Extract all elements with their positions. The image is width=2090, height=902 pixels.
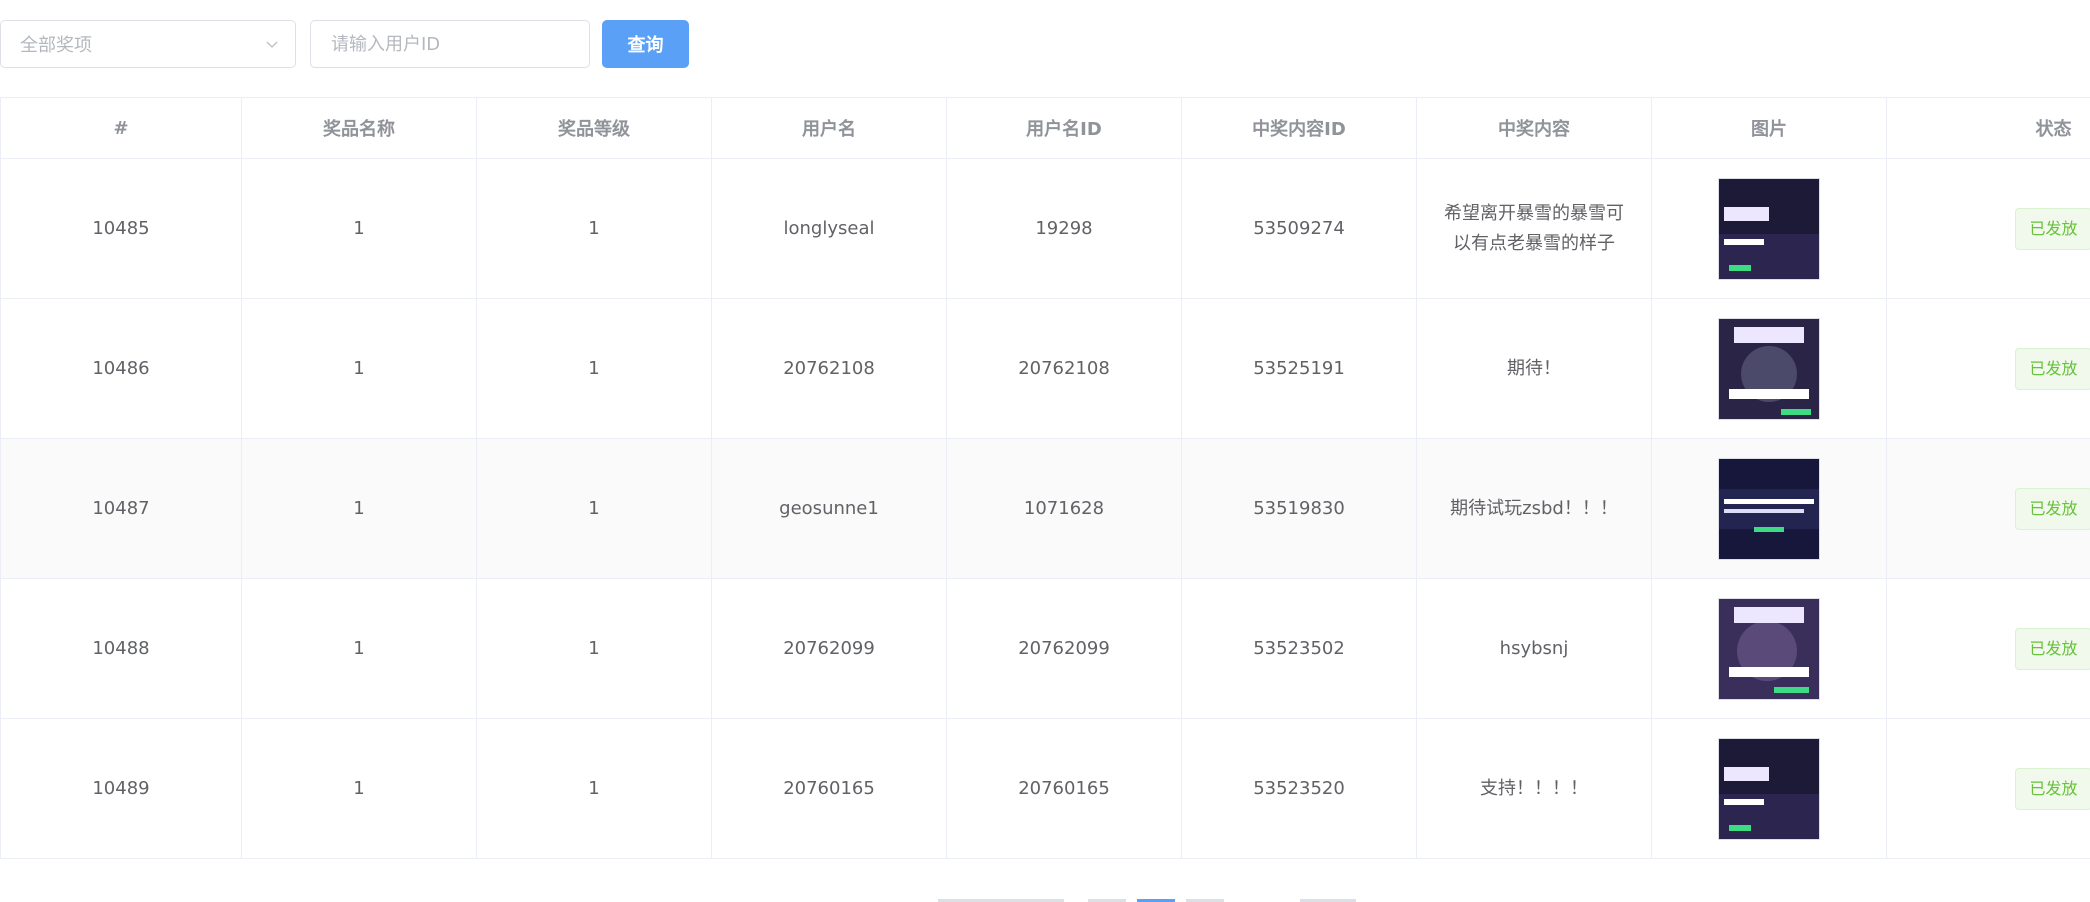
cell-content: 期待试玩zsbd！！！ bbox=[1416, 438, 1652, 579]
cell-content: 希望离开暴雪的暴雪可以有点老暴雪的样子 bbox=[1416, 158, 1652, 299]
cell-prize-name: 1 bbox=[241, 578, 477, 719]
prize-thumbnail[interactable] bbox=[1718, 737, 1820, 840]
prize-thumbnail[interactable] bbox=[1718, 177, 1820, 280]
prize-select-value: 全部奖项 bbox=[20, 35, 92, 56]
cell-content: 期待！ bbox=[1416, 298, 1652, 439]
status-badge: 已发放 bbox=[2015, 347, 2090, 390]
cell-prize-name: 1 bbox=[241, 298, 477, 439]
cell-username: 20760165 bbox=[711, 718, 947, 858]
cell-user-id: 20762108 bbox=[946, 298, 1182, 439]
table-row: 10486 1 1 20762108 20762108 53525191 期待！ bbox=[0, 298, 2090, 439]
header-content-id: 中奖内容ID bbox=[1181, 98, 1417, 159]
table-row: 10485 1 1 longlyseal 19298 53509274 希望离开… bbox=[0, 158, 2090, 299]
header-username: 用户名 bbox=[711, 98, 947, 159]
user-id-input[interactable] bbox=[310, 20, 590, 68]
chevron-down-icon bbox=[266, 41, 278, 49]
cell-content-id: 53523520 bbox=[1181, 718, 1417, 858]
cell-user-id: 20762099 bbox=[946, 578, 1182, 719]
table-header: # 奖品名称 奖品等级 用户名 用户名ID 中奖内容ID 中奖内容 图片 状态 bbox=[0, 98, 2090, 159]
header-prize-level: 奖品等级 bbox=[476, 98, 712, 159]
cell-index: 10486 bbox=[0, 298, 242, 439]
cell-image bbox=[1651, 718, 1887, 858]
cell-prize-level: 1 bbox=[476, 438, 712, 579]
cell-prize-level: 1 bbox=[476, 298, 712, 439]
cell-image bbox=[1651, 298, 1887, 439]
cell-content-id: 53525191 bbox=[1181, 298, 1417, 439]
cell-username: longlyseal bbox=[711, 158, 947, 299]
cell-prize-name: 1 bbox=[241, 438, 477, 579]
table-row: 10488 1 1 20762099 20762099 53523502 hsy… bbox=[0, 578, 2090, 719]
cell-index: 10485 bbox=[0, 158, 242, 299]
status-badge: 已发放 bbox=[2015, 767, 2090, 810]
prize-thumbnail[interactable] bbox=[1718, 317, 1820, 420]
cell-prize-level: 1 bbox=[476, 578, 712, 719]
prize-thumbnail[interactable] bbox=[1718, 457, 1820, 560]
cell-prize-level: 1 bbox=[476, 158, 712, 299]
status-badge: 已发放 bbox=[2015, 207, 2090, 250]
cell-status: 已发放 bbox=[1886, 298, 2090, 439]
header-prize-name: 奖品名称 bbox=[241, 98, 477, 159]
header-status: 状态 bbox=[1886, 98, 2090, 159]
cell-content-id: 53519830 bbox=[1181, 438, 1417, 579]
prize-thumbnail[interactable] bbox=[1718, 597, 1820, 700]
cell-content-id: 53509274 bbox=[1181, 158, 1417, 299]
cell-index: 10487 bbox=[0, 438, 242, 579]
cell-prize-name: 1 bbox=[241, 718, 477, 858]
cell-image bbox=[1651, 158, 1887, 299]
cell-prize-name: 1 bbox=[241, 158, 477, 299]
cell-status: 已发放 bbox=[1886, 718, 2090, 858]
table-row: 10489 1 1 20760165 20760165 53523520 支持！… bbox=[0, 718, 2090, 858]
header-index: # bbox=[0, 98, 242, 159]
prize-select[interactable]: 全部奖项 bbox=[0, 20, 296, 68]
cell-image bbox=[1651, 438, 1887, 579]
status-badge: 已发放 bbox=[2015, 627, 2090, 670]
cell-content-id: 53523502 bbox=[1181, 578, 1417, 719]
cell-prize-level: 1 bbox=[476, 718, 712, 858]
cell-user-id: 20760165 bbox=[946, 718, 1182, 858]
cell-status: 已发放 bbox=[1886, 438, 2090, 579]
header-image: 图片 bbox=[1651, 98, 1887, 159]
header-user-id: 用户名ID bbox=[946, 98, 1182, 159]
cell-username: 20762099 bbox=[711, 578, 947, 719]
cell-user-id: 1071628 bbox=[946, 438, 1182, 579]
cell-content: hsybsnj bbox=[1416, 578, 1652, 719]
cell-username: geosunne1 bbox=[711, 438, 947, 579]
cell-user-id: 19298 bbox=[946, 158, 1182, 299]
cell-status: 已发放 bbox=[1886, 578, 2090, 719]
header-content: 中奖内容 bbox=[1416, 98, 1652, 159]
cell-content: 支持！！！！ bbox=[1416, 718, 1652, 858]
cell-image bbox=[1651, 578, 1887, 719]
status-badge: 已发放 bbox=[2015, 487, 2090, 530]
table-row: 10487 1 1 geosunne1 1071628 53519830 期待试… bbox=[0, 438, 2090, 579]
cell-status: 已发放 bbox=[1886, 158, 2090, 299]
cell-index: 10489 bbox=[0, 718, 242, 858]
cell-index: 10488 bbox=[0, 578, 242, 719]
query-button[interactable]: 查询 bbox=[602, 20, 689, 68]
prize-table: # 奖品名称 奖品等级 用户名 用户名ID 中奖内容ID 中奖内容 图片 状态 … bbox=[0, 97, 2090, 859]
cell-username: 20762108 bbox=[711, 298, 947, 439]
